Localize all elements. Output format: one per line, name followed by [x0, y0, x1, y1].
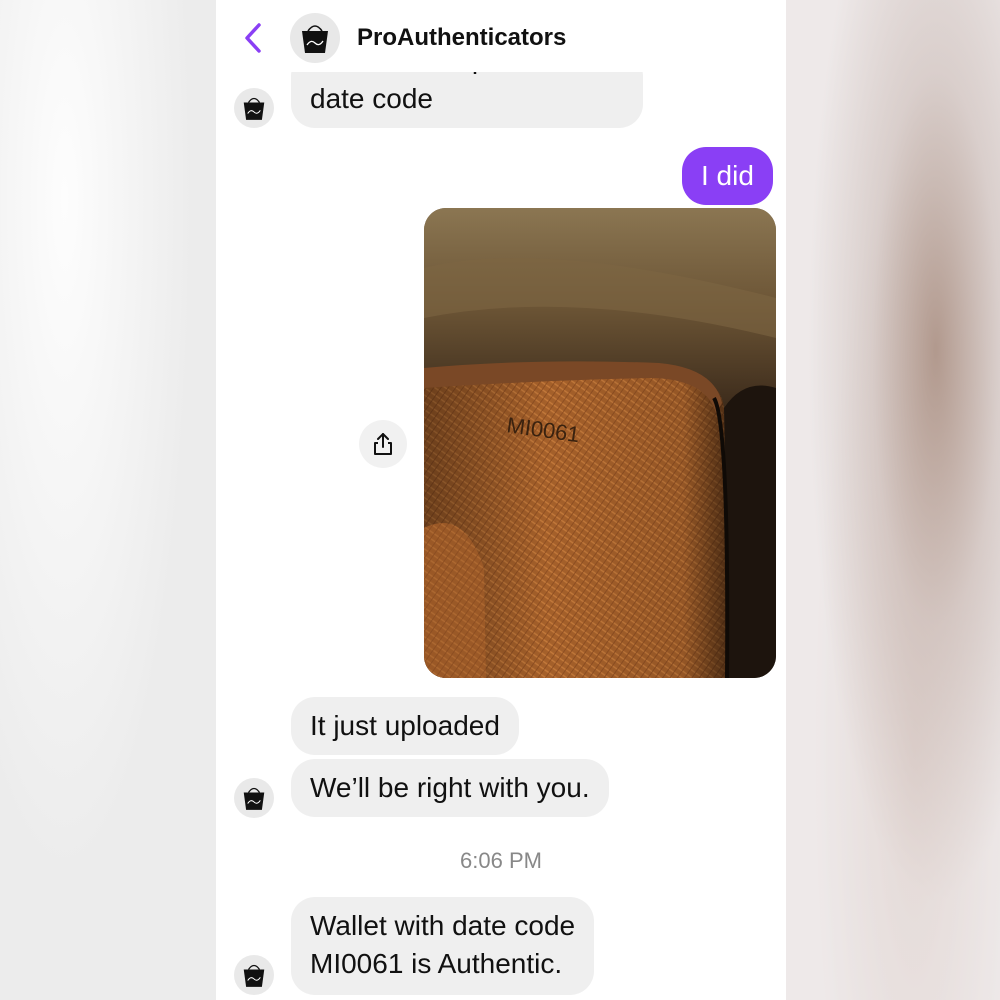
- screenshot-stage: ProAuthenticators Please send picture of…: [0, 0, 1000, 1000]
- message-photo[interactable]: MI0061: [424, 208, 776, 678]
- contact-name[interactable]: ProAuthenticators: [357, 24, 566, 52]
- handbag-logo-icon: [243, 97, 265, 120]
- message-text-line: MI0061 is Authentic.: [310, 948, 563, 979]
- chat-header: ProAuthenticators: [216, 0, 786, 72]
- handbag-logo-icon: [243, 964, 265, 987]
- chevron-left-icon: [245, 23, 261, 53]
- handbag-logo-icon: [302, 25, 328, 53]
- sender-avatar: [234, 778, 274, 818]
- sender-avatar: [234, 955, 274, 995]
- message-text: date code: [310, 83, 433, 114]
- message-text: I did: [701, 160, 754, 191]
- share-icon: [374, 433, 392, 455]
- handbag-logo-icon: [243, 787, 265, 810]
- message-text: We’ll be right with you.: [310, 772, 590, 803]
- contact-avatar[interactable]: [290, 13, 340, 63]
- message-text-line: Wallet with date code: [310, 910, 576, 941]
- share-button[interactable]: [359, 420, 407, 468]
- message-bubble-incoming[interactable]: Wallet with date code MI0061 is Authenti…: [291, 897, 595, 995]
- message-bubble-incoming[interactable]: It just uploaded: [291, 697, 519, 755]
- message-timestamp: 6:06 PM: [460, 848, 542, 873]
- blurred-background-left: [0, 0, 216, 1000]
- chat-screen: ProAuthenticators Please send picture of…: [216, 0, 786, 1000]
- sender-avatar: [234, 88, 274, 128]
- blurred-background-right: [786, 0, 1000, 1000]
- message-bubble-outgoing[interactable]: I did: [682, 147, 773, 205]
- message-bubble-incoming[interactable]: We’ll be right with you.: [291, 759, 609, 817]
- message-text: It just uploaded: [310, 710, 500, 741]
- back-button[interactable]: [238, 18, 268, 58]
- wallet-photo-image: MI0061: [424, 208, 776, 678]
